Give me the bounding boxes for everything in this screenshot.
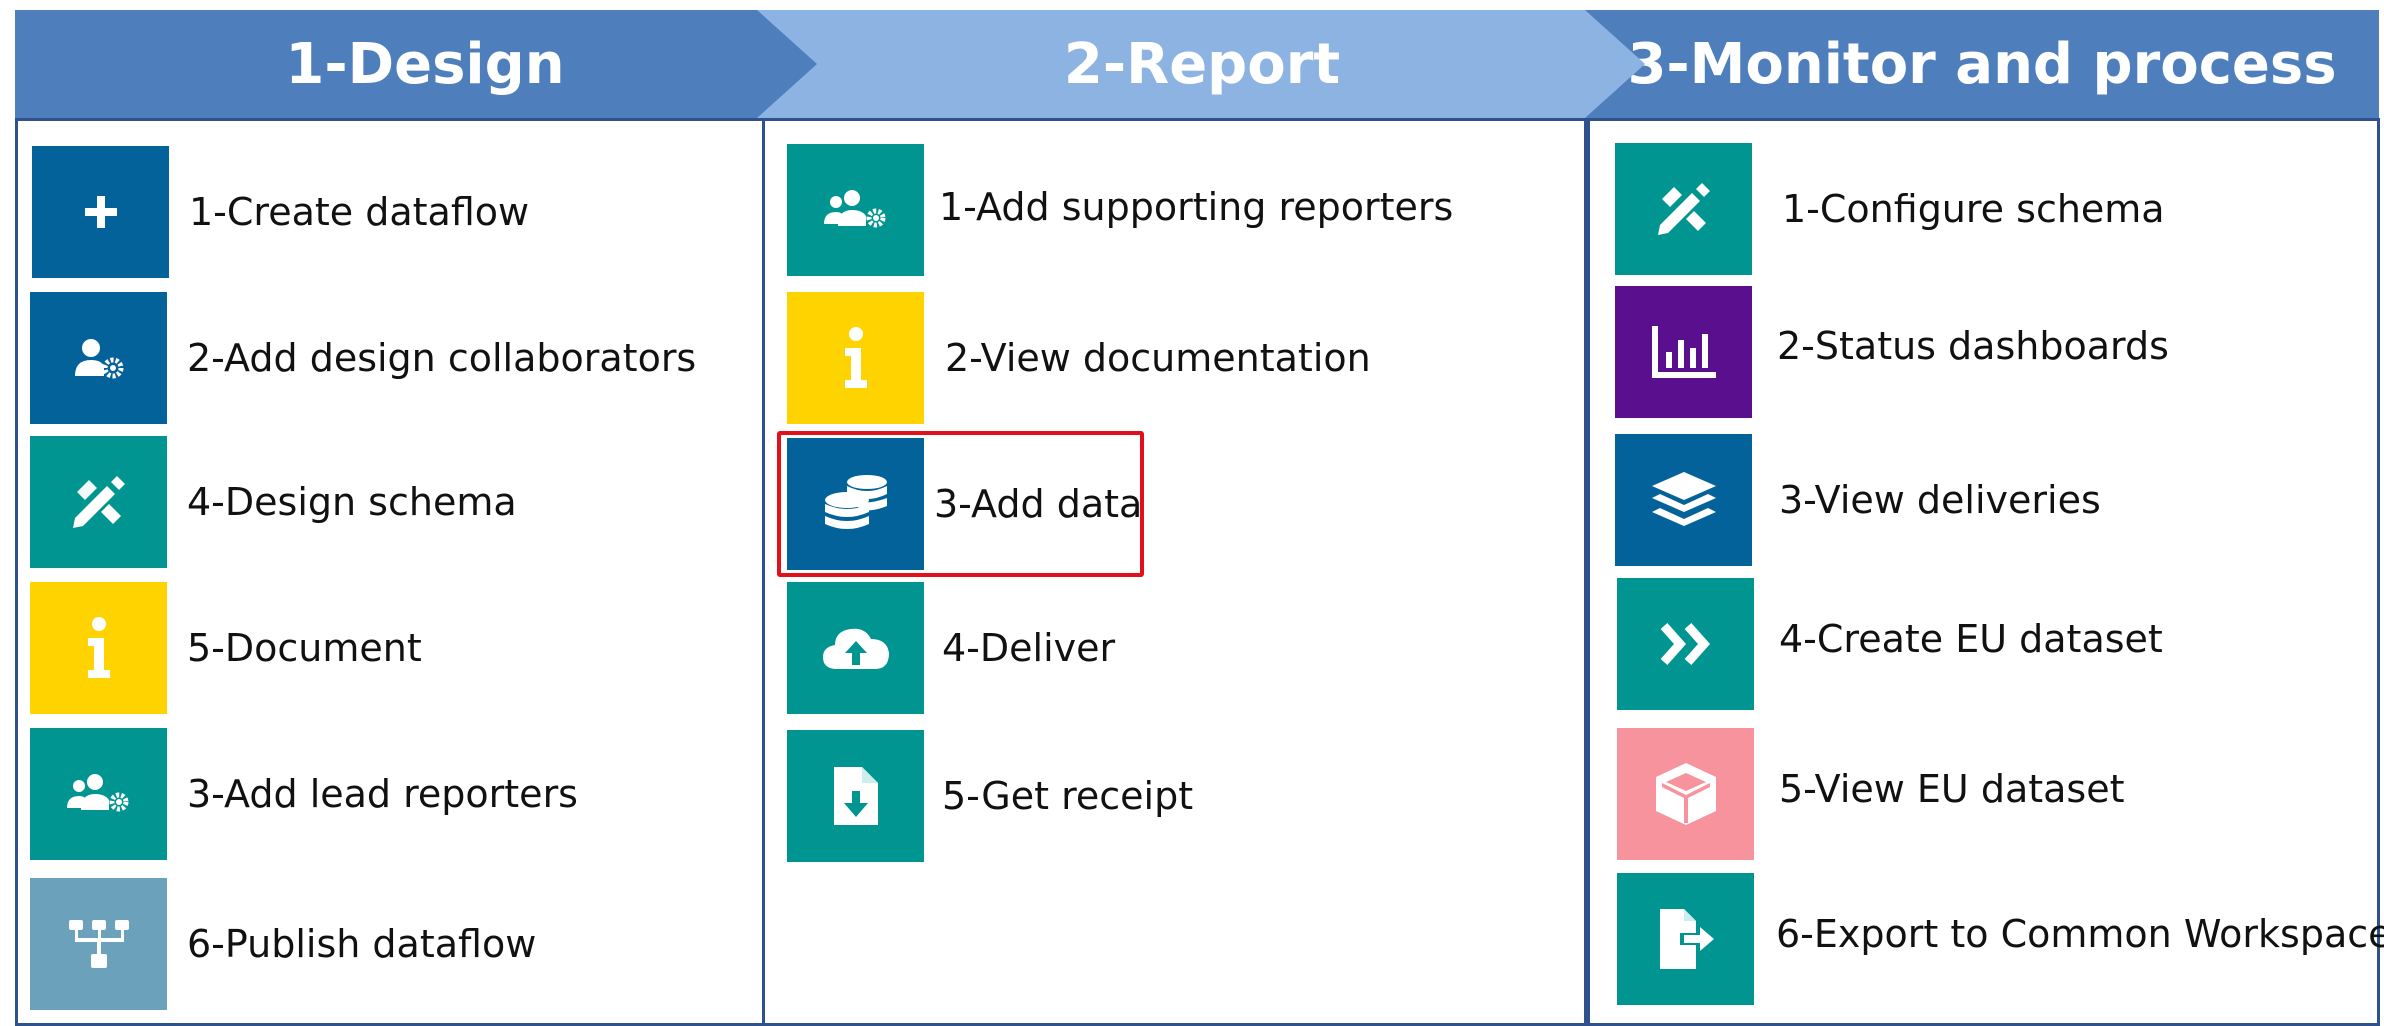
layers-icon bbox=[1615, 434, 1752, 566]
cube-icon bbox=[1617, 728, 1754, 860]
monitor-item-label: 5-View EU dataset bbox=[1779, 767, 2125, 811]
sitemap-icon bbox=[30, 878, 167, 1010]
design-item-document[interactable]: 5-Document bbox=[30, 582, 422, 714]
monitor-item-label: 1-Configure schema bbox=[1782, 187, 2165, 231]
add-data-highlight bbox=[777, 431, 1144, 577]
cloud-upload-icon bbox=[787, 582, 924, 714]
monitor-item-view-eu-dataset[interactable]: 5-View EU dataset bbox=[1617, 728, 2125, 860]
report-item-label: 4-Deliver bbox=[942, 626, 1116, 670]
monitor-item-label: 4-Create EU dataset bbox=[1779, 617, 2163, 661]
monitor-item-label: 3-View deliveries bbox=[1779, 478, 2101, 522]
file-export-icon bbox=[1617, 873, 1754, 1005]
monitor-item-status-dashboards[interactable]: 2-Status dashboards bbox=[1615, 286, 2169, 418]
plus-icon bbox=[32, 146, 169, 278]
design-item-label: 1-Create dataflow bbox=[189, 190, 530, 234]
design-item-label: 5-Document bbox=[187, 626, 422, 670]
design-item-label: 2-Add design collaborators bbox=[187, 336, 697, 380]
users-gear-icon bbox=[787, 144, 924, 276]
report-item-deliver[interactable]: 4-Deliver bbox=[787, 582, 1115, 714]
header-report: 2-Report bbox=[757, 10, 1647, 118]
design-item-add-lead-reporters[interactable]: 3-Add lead reporters bbox=[30, 728, 578, 860]
report-item-label: 2-View documentation bbox=[945, 336, 1371, 380]
pencil-ruler-icon bbox=[30, 436, 167, 568]
monitor-item-export-to-common-workspace[interactable]: 6-Export to Common Workspace bbox=[1617, 873, 2384, 1005]
pencil-ruler-icon bbox=[1615, 143, 1752, 275]
monitor-item-view-deliveries[interactable]: 3-View deliveries bbox=[1615, 434, 2101, 566]
design-item-add-design-collaborators[interactable]: 2-Add design collaborators bbox=[30, 292, 696, 424]
info-icon bbox=[30, 582, 167, 714]
report-item-get-receipt[interactable]: 5-Get receipt bbox=[787, 730, 1193, 862]
monitor-item-create-eu-dataset[interactable]: 4-Create EU dataset bbox=[1617, 578, 2163, 710]
user-gear-icon bbox=[30, 292, 167, 424]
design-item-design-schema[interactable]: 4-Design schema bbox=[30, 436, 517, 568]
monitor-item-label: 6-Export to Common Workspace bbox=[1776, 912, 2384, 956]
monitor-item-label: 2-Status dashboards bbox=[1777, 324, 2169, 368]
header-monitor: 3-Monitor and process bbox=[1585, 10, 2379, 118]
report-item-view-documentation[interactable]: 2-View documentation bbox=[787, 292, 1371, 424]
design-item-label: 3-Add lead reporters bbox=[187, 772, 578, 816]
design-item-label: 6-Publish dataflow bbox=[187, 922, 537, 966]
double-chevron-right-icon bbox=[1617, 578, 1754, 710]
design-item-label: 4-Design schema bbox=[187, 480, 517, 524]
design-item-create-dataflow[interactable]: 1-Create dataflow bbox=[32, 146, 529, 278]
bar-chart-icon bbox=[1615, 286, 1752, 418]
report-item-add-supporting-reporters[interactable]: 1-Add supporting reporters bbox=[787, 144, 1453, 276]
report-item-label: 1-Add supporting reporters bbox=[939, 185, 1454, 229]
monitor-item-configure-schema[interactable]: 1-Configure schema bbox=[1615, 143, 2165, 275]
users-gear-icon bbox=[30, 728, 167, 860]
info-icon bbox=[787, 292, 924, 424]
file-download-icon bbox=[787, 730, 924, 862]
design-item-publish-dataflow[interactable]: 6-Publish dataflow bbox=[30, 878, 536, 1010]
report-item-label: 5-Get receipt bbox=[942, 774, 1194, 818]
header-design: 1-Design bbox=[15, 10, 835, 118]
